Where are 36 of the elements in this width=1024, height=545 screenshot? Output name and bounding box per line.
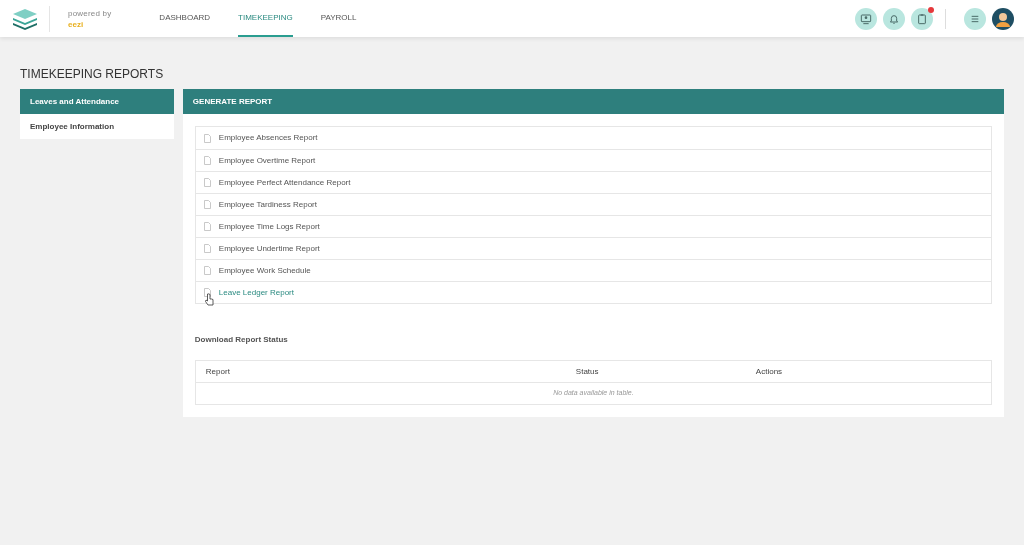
column-header: Report — [205, 366, 230, 376]
column-header: Actions — [755, 366, 783, 376]
report-link[interactable]: Employee Work Schedule — [218, 264, 311, 277]
powered-by-text: powered by — [68, 7, 112, 19]
report-link[interactable]: Employee Overtime Report — [218, 154, 316, 167]
panel-header: GENERATE REPORT — [182, 89, 1004, 114]
document-icon — [203, 178, 211, 187]
hand-cursor-icon — [204, 293, 214, 306]
brand-name: eezi — [68, 18, 85, 30]
menu-icon-button[interactable] — [964, 7, 986, 30]
report-link[interactable]: Leave Ledger Report — [218, 286, 294, 299]
nav-tab[interactable]: TIMEKEEPING — [238, 0, 293, 37]
report-link[interactable]: Employee Undertime Report — [218, 242, 320, 255]
logo-icon — [12, 7, 38, 30]
document-icon — [203, 133, 211, 143]
report-link[interactable]: Employee Tardiness Report — [218, 198, 317, 211]
sidebar-item[interactable]: Leaves and Attendance — [20, 89, 174, 114]
nav-tab[interactable]: DASHBOARD — [159, 0, 211, 37]
document-icon — [203, 266, 211, 275]
document-icon — [203, 156, 211, 165]
report-link[interactable]: Employee Perfect Attendance Report — [218, 176, 351, 189]
sidebar-item[interactable]: Employee Information — [20, 114, 174, 139]
column-header: Status — [575, 366, 599, 376]
nav-tab[interactable]: PAYROLL — [320, 0, 357, 37]
report-link[interactable]: Employee Time Logs Report — [218, 220, 320, 233]
page-title: TIMEKEEPING REPORTS — [20, 67, 165, 81]
document-icon — [203, 200, 211, 209]
section-title: Download Report Status — [194, 334, 289, 346]
document-icon — [203, 222, 211, 231]
avatar-icon[interactable] — [992, 7, 1014, 30]
bell-icon-button[interactable] — [883, 7, 905, 30]
document-icon — [203, 288, 211, 297]
monitor-icon-button[interactable] — [855, 7, 877, 30]
document-icon — [203, 244, 211, 253]
report-link[interactable]: Employee Absences Report — [218, 132, 318, 144]
clipboard-icon-button[interactable] — [911, 7, 933, 30]
